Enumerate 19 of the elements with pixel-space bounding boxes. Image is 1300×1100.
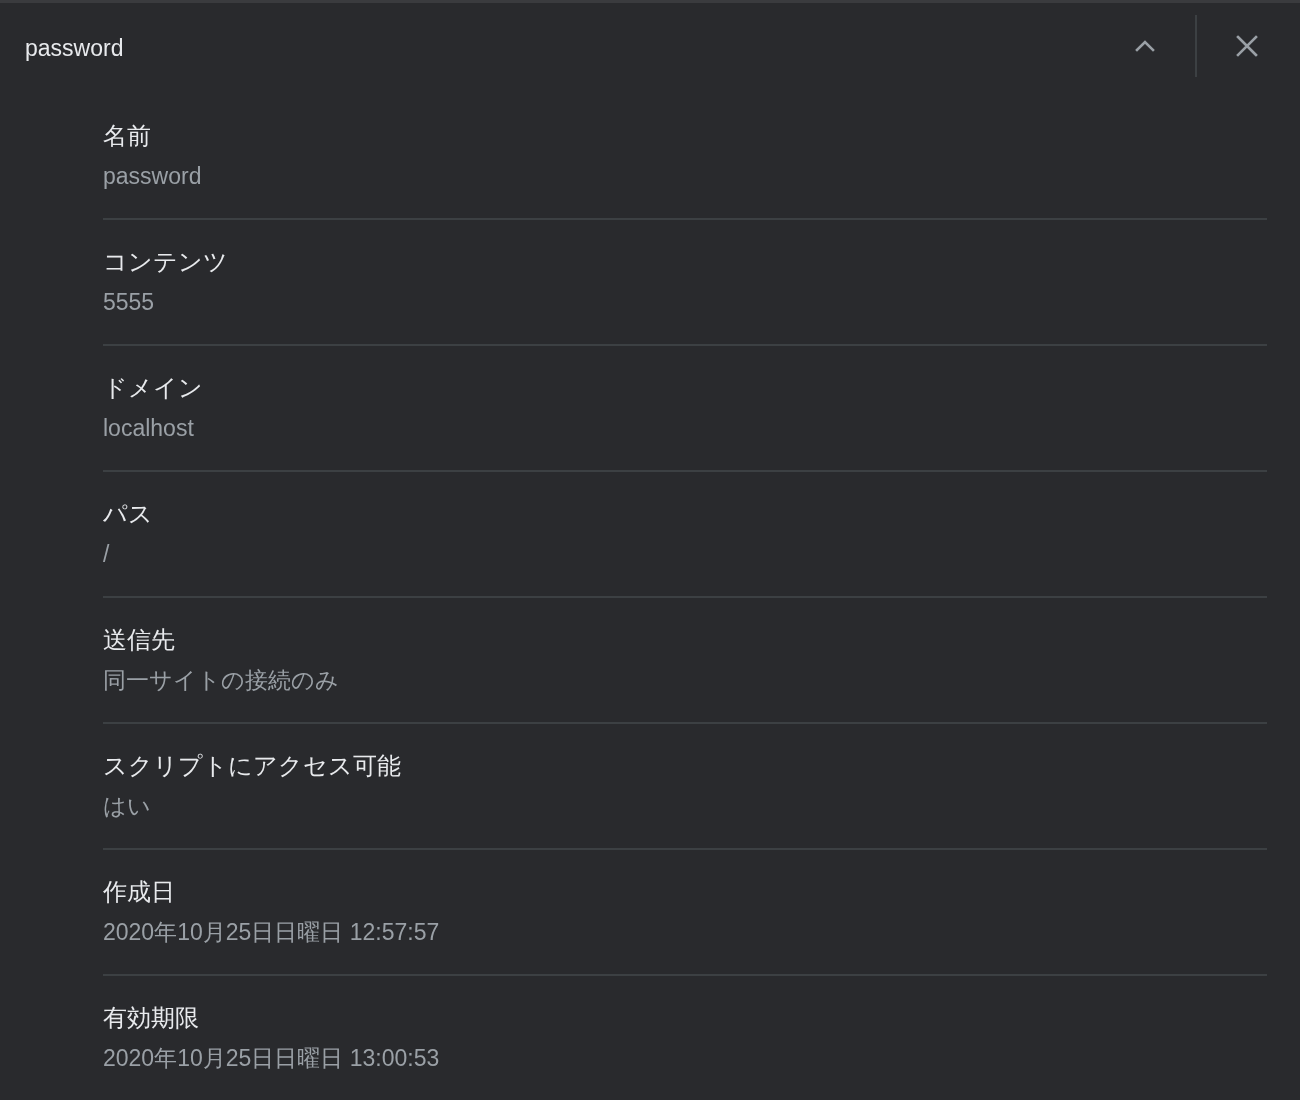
chevron-up-icon: [1135, 39, 1155, 52]
field-value: 5555: [103, 288, 155, 317]
field-value: password: [103, 162, 202, 191]
field-label: 名前: [103, 121, 151, 151]
field-label: 送信先: [103, 625, 175, 655]
field-value: /: [103, 540, 110, 569]
field-label: コンテンツ: [103, 247, 228, 277]
close-icon: [1236, 34, 1258, 57]
field-label: 作成日: [103, 877, 175, 907]
field-label: 有効期限: [103, 1003, 199, 1033]
field-label: パス: [103, 499, 153, 529]
field-value: 2020年10月25日日曜日 12:57:57: [103, 918, 440, 947]
cookie-name-title: password: [25, 33, 124, 63]
field-value: localhost: [103, 414, 194, 443]
field-value: 2020年10月25日日曜日 13:00:53: [103, 1044, 440, 1073]
field-value: はい: [103, 792, 151, 821]
field-label: ドメイン: [103, 373, 203, 403]
field-label: スクリプトにアクセス可能: [103, 751, 401, 781]
field-value: 同一サイトの接続のみ: [103, 666, 339, 695]
